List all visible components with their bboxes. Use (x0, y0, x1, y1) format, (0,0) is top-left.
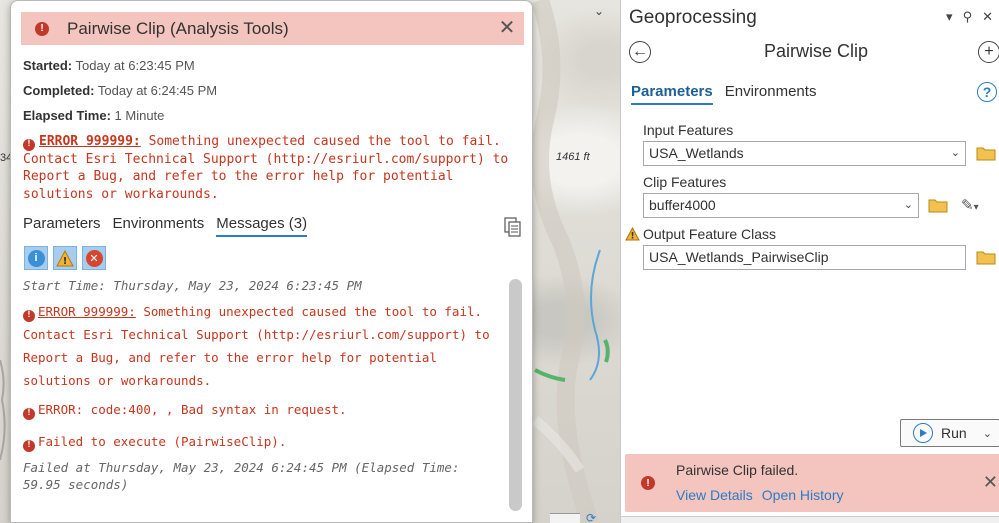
warning-icon: ! (56, 249, 74, 267)
refresh-icon[interactable]: ⟳ (586, 511, 600, 523)
error-icon: ! (23, 407, 35, 420)
output-feature-class-label: Output Feature Class (643, 226, 777, 242)
open-history-link[interactable]: Open History (762, 487, 844, 503)
folder-icon[interactable] (976, 145, 996, 161)
chevron-down-icon[interactable]: ⌄ (983, 427, 992, 440)
tab-parameters[interactable]: Parameters (23, 215, 101, 237)
tool-title: Pairwise Clip (763, 41, 869, 61)
bottom-tabs-strip (621, 516, 999, 523)
error-icon: ! (23, 439, 35, 452)
message-error-999999: ! ERROR 999999: Something unexpected caus… (23, 300, 503, 392)
help-icon[interactable]: ? (977, 82, 997, 102)
elapsed-row: Elapsed Time: 1 Minute (23, 108, 164, 123)
failure-links: View Details Open History (676, 487, 843, 503)
error-x-icon: ✕ (85, 249, 103, 267)
close-icon[interactable]: ✕ (496, 17, 518, 39)
warning-icon: ! (625, 227, 640, 241)
close-icon[interactable]: ✕ (982, 9, 993, 25)
add-icon[interactable]: + (978, 41, 999, 63)
svg-text:!: ! (630, 232, 634, 242)
tab-parameters[interactable]: Parameters (631, 83, 713, 105)
messages-scrollbar[interactable] (509, 279, 522, 511)
elevation-label: 1461 ft (556, 151, 590, 163)
close-icon[interactable]: ✕ (983, 472, 998, 493)
clip-features-label: Clip Features (643, 174, 727, 190)
error-icon: ! (35, 21, 49, 36)
input-features-label: Input Features (643, 122, 734, 138)
error-icon: ! (23, 309, 35, 322)
message-failed-at: Failed at Thursday, May 23, 2024 6:24:45… (23, 460, 460, 492)
failure-message: Pairwise Clip failed. (676, 462, 799, 478)
view-details-link[interactable]: View Details (676, 487, 753, 503)
completed-value: Today at 6:24:45 PM (97, 83, 218, 98)
pane-title: Geoprocessing (629, 7, 757, 28)
message-error-400: ! ERROR: code:400, , Bad syntax in reques… (23, 398, 503, 421)
info-icon: i (27, 249, 45, 267)
tab-environments[interactable]: Environments (725, 83, 817, 105)
folder-icon[interactable] (976, 249, 996, 265)
input-features-value: USA_Wetlands (649, 145, 744, 161)
run-label: Run (941, 425, 967, 441)
svg-text:!: ! (63, 256, 68, 267)
filter-error-button[interactable]: ✕ (82, 246, 106, 270)
geoprocessing-pane: Geoprocessing ▾ ⚲ ✕ ← Pairwise Clip + Pa… (620, 0, 999, 523)
input-features-dropdown[interactable]: USA_Wetlands ⌄ (643, 141, 966, 166)
started-value: Today at 6:23:45 PM (75, 58, 195, 73)
error-code-link[interactable]: ERROR 999999: (38, 304, 136, 319)
gp-tabs: Parameters Environments (631, 83, 828, 105)
completed-label: Completed: (23, 83, 95, 98)
output-feature-class-value: USA_Wetlands_PairwiseClip (649, 249, 829, 265)
error-icon: ! (23, 138, 35, 151)
error-text: ERROR: code:400, , Bad syntax in request… (38, 402, 347, 417)
popup-title: Pairwise Clip (Analysis Tools) (67, 18, 289, 38)
message-start-time: Start Time: Thursday, May 23, 2024 6:23:… (23, 278, 362, 293)
pin-icon[interactable]: ⚲ (963, 9, 973, 25)
error-code-link[interactable]: ERROR 999999: (39, 134, 141, 149)
filter-info-button[interactable]: i (24, 246, 48, 270)
started-row: Started: Today at 6:23:45 PM (23, 58, 195, 73)
elapsed-label: Elapsed Time: (23, 108, 111, 123)
message-filters: i ! ✕ (24, 246, 106, 270)
chevron-down-icon: ⌄ (950, 147, 960, 159)
chevron-down-icon[interactable]: ⌄ (594, 4, 604, 18)
completed-row: Completed: Today at 6:24:45 PM (23, 83, 217, 98)
filter-warning-button[interactable]: ! (53, 246, 77, 270)
pencil-icon[interactable]: ✎▾ (961, 196, 979, 214)
tab-messages[interactable]: Messages (3) (216, 215, 308, 237)
copy-icon[interactable] (504, 217, 522, 237)
message-failed-execute: ! Failed to execute (PairwiseClip). (23, 430, 503, 453)
folder-icon[interactable] (928, 197, 948, 213)
error-text: Failed to execute (PairwiseClip). (38, 434, 287, 449)
output-feature-class-input[interactable]: USA_Wetlands_PairwiseClip (643, 245, 966, 270)
summary-error: ! ERROR 999999: Something unexpected caus… (23, 133, 523, 203)
tool-details-popup: ! Pairwise Clip (Analysis Tools) ✕ Start… (10, 0, 533, 523)
play-icon (913, 423, 933, 443)
pane-controls: ▾ ⚲ ✕ (946, 9, 993, 25)
map-pause-control[interactable] (550, 513, 580, 523)
clip-features-value: buffer4000 (649, 197, 716, 213)
started-label: Started: (23, 58, 73, 73)
chevron-down-icon: ⌄ (903, 199, 913, 211)
clip-features-dropdown[interactable]: buffer4000 ⌄ (643, 193, 919, 218)
run-button[interactable]: Run ⌄ (900, 419, 999, 447)
messages-list: Start Time: Thursday, May 23, 2024 6:23:… (23, 277, 503, 517)
failure-banner: ! Pairwise Clip failed. View Details Ope… (625, 454, 999, 512)
details-tabs: Parameters Environments Messages (3) (23, 215, 319, 237)
popup-header: ! Pairwise Clip (Analysis Tools) ✕ (21, 12, 524, 45)
elapsed-value: 1 Minute (114, 108, 165, 123)
tab-environments[interactable]: Environments (113, 215, 205, 237)
error-icon: ! (641, 476, 655, 490)
pane-options-icon[interactable]: ▾ (946, 9, 953, 25)
